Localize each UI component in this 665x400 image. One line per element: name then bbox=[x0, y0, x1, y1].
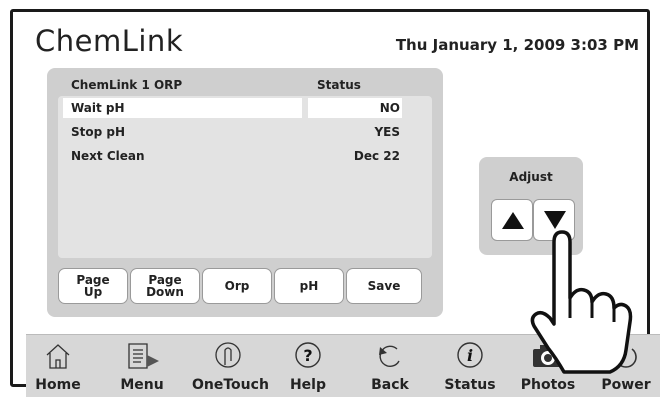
adjust-up-button[interactable] bbox=[491, 199, 533, 241]
nav-label: OneTouch bbox=[192, 377, 269, 393]
nav-help[interactable]: ? Help bbox=[272, 341, 344, 395]
table-row[interactable]: Next Clean Dec 22 bbox=[58, 146, 432, 166]
status-icon: i bbox=[457, 342, 483, 368]
nav-label: Home bbox=[35, 377, 81, 393]
nav-menu[interactable]: Menu bbox=[106, 341, 178, 395]
page-up-button[interactable]: Page Up bbox=[58, 268, 128, 304]
nav-label: Menu bbox=[120, 377, 164, 393]
svg-text:i: i bbox=[467, 346, 473, 365]
nav-label: Status bbox=[444, 377, 496, 393]
datetime-display: Thu January 1, 2009 3:03 PM bbox=[395, 36, 639, 54]
svg-text:?: ? bbox=[303, 346, 312, 365]
nav-home[interactable]: Home bbox=[22, 341, 94, 395]
ph-label: pH bbox=[299, 279, 319, 293]
table-row[interactable]: Wait pH NO bbox=[58, 98, 432, 118]
onetouch-icon bbox=[215, 342, 241, 368]
nav-label: Photos bbox=[520, 377, 576, 393]
row-value: Dec 22 bbox=[353, 149, 400, 163]
row-name: Next Clean bbox=[71, 149, 145, 163]
nav-label: Back bbox=[371, 377, 409, 393]
nav-status[interactable]: i Status bbox=[434, 341, 506, 395]
row-value: YES bbox=[374, 125, 400, 139]
save-button[interactable]: Save bbox=[346, 268, 422, 304]
pointing-hand-icon bbox=[530, 230, 633, 374]
row-value: NO bbox=[379, 101, 400, 115]
page-down-label: Page Down bbox=[146, 273, 184, 299]
nav-back[interactable]: Back bbox=[354, 341, 426, 395]
panel-title: ChemLink 1 ORP bbox=[71, 78, 183, 92]
home-icon bbox=[46, 344, 70, 369]
status-table: Wait pH NO Stop pH YES Next Clean Dec 22 bbox=[58, 96, 432, 258]
nav-label: Power bbox=[601, 377, 651, 393]
menu-icon bbox=[128, 343, 159, 369]
panel-header: ChemLink 1 ORP Status bbox=[47, 76, 443, 96]
adjust-label: Adjust bbox=[509, 170, 553, 184]
up-triangle-icon bbox=[502, 212, 524, 229]
page-up-label: Page Up bbox=[76, 273, 110, 299]
nav-onetouch[interactable]: OneTouch bbox=[192, 341, 269, 395]
table-row[interactable]: Stop pH YES bbox=[58, 122, 432, 142]
back-icon bbox=[379, 345, 400, 367]
status-column-header: Status bbox=[317, 78, 361, 92]
page-down-button[interactable]: Page Down bbox=[130, 268, 200, 304]
row-name: Wait pH bbox=[71, 101, 125, 115]
status-panel: ChemLink 1 ORP Status Wait pH NO Stop pH… bbox=[47, 68, 443, 317]
help-icon: ? bbox=[295, 342, 321, 368]
ph-tab[interactable]: pH bbox=[274, 268, 344, 304]
orp-tab[interactable]: Orp bbox=[202, 268, 272, 304]
orp-label: Orp bbox=[224, 279, 250, 293]
app-title: ChemLink bbox=[35, 24, 184, 58]
panel-tabs: Page Up Page Down Orp pH Save bbox=[58, 268, 434, 306]
nav-label: Help bbox=[289, 377, 327, 393]
save-label: Save bbox=[367, 279, 401, 293]
row-name: Stop pH bbox=[71, 125, 126, 139]
